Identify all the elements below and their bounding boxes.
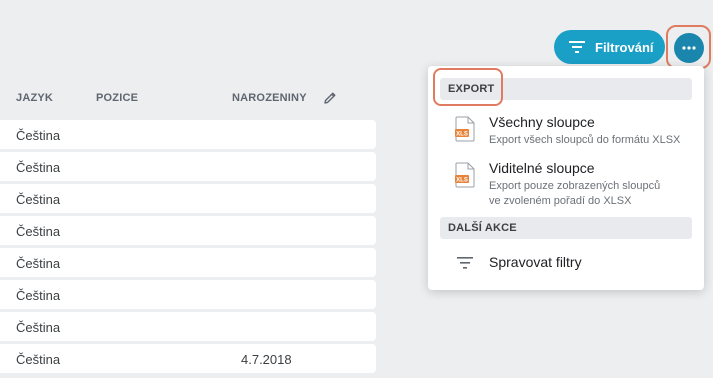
menu-item-title: Všechny sloupce bbox=[489, 114, 595, 130]
cell-birthday: 4.7.2018 bbox=[241, 352, 292, 367]
table-row[interactable]: Čeština bbox=[0, 280, 376, 309]
cell-language: Čeština bbox=[16, 192, 61, 207]
menu-item-description: Export všech sloupců do formátu XLSX bbox=[489, 134, 681, 146]
cell-language: Čeština bbox=[16, 352, 61, 367]
table-row[interactable]: Čeština bbox=[0, 312, 376, 341]
column-header-position[interactable]: POZICE bbox=[96, 92, 138, 104]
more-options-button[interactable] bbox=[674, 33, 704, 63]
more-options-menu: EXPORT XLS Všechny sloupce Export všech … bbox=[428, 66, 704, 290]
cell-language: Čeština bbox=[16, 320, 61, 335]
column-header-language[interactable]: JAZYK bbox=[16, 92, 53, 104]
cell-language: Čeština bbox=[16, 128, 61, 143]
export-section-highlight bbox=[433, 68, 503, 106]
filter-lines-icon bbox=[457, 257, 473, 269]
column-header-birthday[interactable]: NAROZENINY bbox=[232, 92, 307, 104]
xls-badge: XLS bbox=[456, 178, 468, 184]
cell-language: Čeština bbox=[16, 256, 61, 271]
cell-language: Čeština bbox=[16, 160, 61, 175]
menu-item-description: Export pouze zobrazených sloupců ve zvol… bbox=[489, 179, 694, 209]
menu-item-title: Spravovat filtry bbox=[489, 254, 582, 270]
cell-language: Čeština bbox=[16, 224, 61, 239]
menu-item-manage-filters[interactable]: Spravovat filtry bbox=[428, 250, 704, 274]
xls-badge: XLS bbox=[456, 132, 468, 138]
filter-button-label: Filtrování bbox=[595, 39, 654, 55]
menu-item-description-line: ve zvoleném pořadí do XLSX bbox=[489, 195, 632, 207]
menu-section-other-actions: DALŠÍ AKCE bbox=[440, 217, 692, 239]
filter-lines-icon bbox=[569, 41, 585, 53]
menu-item-export-all-columns[interactable]: XLS Všechny sloupce Export všech sloupců… bbox=[428, 114, 704, 148]
table-row[interactable]: Čeština bbox=[0, 120, 376, 149]
more-horizontal-icon bbox=[682, 46, 696, 50]
pencil-icon[interactable] bbox=[322, 90, 338, 106]
menu-item-title: Viditelné sloupce bbox=[489, 160, 595, 176]
xls-file-icon: XLS bbox=[455, 116, 475, 142]
table-row[interactable]: Čeština bbox=[0, 184, 376, 213]
table-row[interactable]: Čeština bbox=[0, 152, 376, 181]
xls-file-icon: XLS bbox=[455, 162, 475, 188]
table-row[interactable]: Čeština bbox=[0, 216, 376, 245]
table-body: Čeština Čeština Čeština Čeština Čeština … bbox=[0, 120, 376, 376]
table-header: JAZYK POZICE NAROZENINY bbox=[0, 86, 376, 110]
menu-item-description-line: Export pouze zobrazených sloupců bbox=[489, 180, 661, 192]
menu-section-other-label: DALŠÍ AKCE bbox=[448, 222, 517, 234]
menu-item-export-visible-columns[interactable]: XLS Viditelné sloupce Export pouze zobra… bbox=[428, 160, 704, 209]
table-row[interactable]: Čeština bbox=[0, 248, 376, 277]
table-row[interactable]: Čeština 4.7.2018 bbox=[0, 344, 376, 373]
cell-language: Čeština bbox=[16, 288, 61, 303]
filter-button[interactable]: Filtrování bbox=[554, 30, 665, 64]
